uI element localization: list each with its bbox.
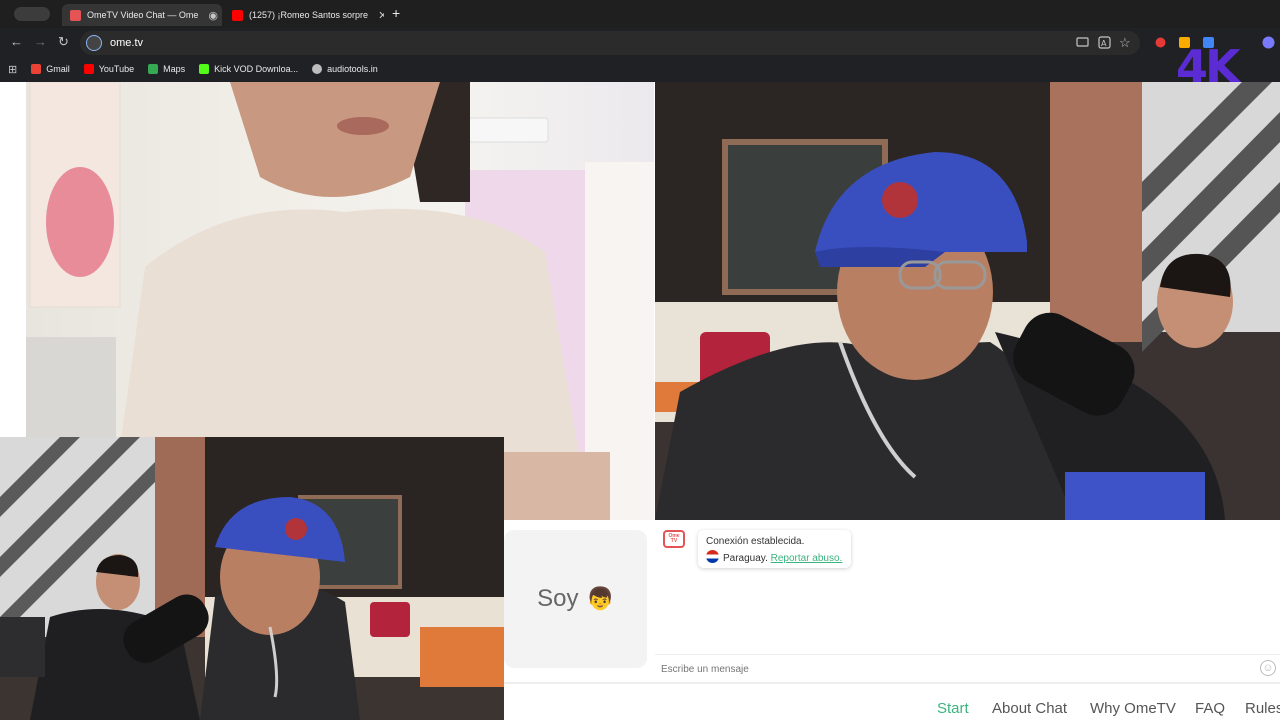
forward-icon[interactable]: → (34, 34, 47, 49)
gender-panel: Soy 👦 (504, 520, 655, 682)
close-tab-icon[interactable]: ✕ (378, 9, 384, 22)
paraguay-flag-icon (706, 550, 719, 563)
svg-text:A: A (1101, 39, 1107, 48)
translate-icon[interactable]: A (1098, 36, 1111, 49)
url-text: ome.tv (110, 37, 144, 49)
kick-icon (199, 64, 210, 74)
bookmark-label: audiotools.in (327, 64, 378, 74)
site-info-icon[interactable] (86, 35, 102, 51)
tab-youtube[interactable]: (1257) ¡Romeo Santos sorpre ✕ (224, 4, 384, 26)
connection-status: Conexión establecida. (706, 536, 805, 547)
bookmark-kick[interactable]: Kick VOD Downloa... (199, 64, 298, 74)
nav-start[interactable]: Start (937, 700, 969, 717)
globe-icon (312, 64, 323, 74)
nav-about-chat[interactable]: About Chat (992, 700, 1067, 717)
message-input[interactable] (661, 661, 1241, 677)
maps-icon (148, 64, 159, 74)
profile-avatar-icon[interactable] (1262, 36, 1275, 49)
tab-ometv[interactable]: OmeTV Video Chat — Ome ◉ ✕ (62, 4, 222, 26)
footer-nav: Start About Chat Why OmeTV FAQ Rules (504, 682, 1280, 720)
apps-grid-icon[interactable]: ⊞ (8, 63, 17, 76)
record-icon: ◉ (208, 9, 218, 22)
gmail-icon (31, 64, 42, 74)
gender-selector[interactable]: Soy 👦 (504, 530, 647, 668)
tab-title: OmeTV Video Chat — Ome (87, 10, 199, 20)
record-extension-icon[interactable] (1154, 36, 1167, 49)
tab-group-pill[interactable] (14, 7, 50, 21)
new-tab-button[interactable]: + (392, 5, 400, 21)
self-pip-frame (0, 437, 504, 720)
bookmark-audiotools[interactable]: audiotools.in (312, 64, 378, 74)
bookmark-label: Maps (163, 64, 186, 74)
bookmark-maps[interactable]: Maps (148, 64, 185, 74)
self-video-pip (0, 437, 504, 720)
bookmark-label: Kick VOD Downloa... (214, 64, 299, 74)
boy-icon: 👦 (586, 586, 614, 611)
back-icon[interactable]: ← (10, 34, 23, 49)
tab-title: (1257) ¡Romeo Santos sorpre (249, 10, 369, 20)
reload-icon[interactable]: ↻ (58, 34, 69, 50)
nav-why-ometv[interactable]: Why OmeTV (1090, 700, 1176, 717)
bookmark-gmail[interactable]: Gmail (31, 64, 70, 74)
bookmark-youtube[interactable]: YouTube (83, 64, 135, 74)
cast-icon[interactable] (1076, 36, 1089, 49)
country-name: Paraguay. (723, 553, 768, 564)
nav-faq[interactable]: FAQ (1195, 700, 1225, 717)
gender-label: Soy (537, 585, 579, 612)
youtube-icon (83, 64, 94, 74)
bookmarks-bar: ⊞ Gmail YouTube Maps Kick VOD Downloa...… (0, 58, 1280, 80)
bookmark-label: YouTube (98, 64, 135, 74)
self-video-main (655, 82, 1280, 520)
bookmark-label: Gmail (46, 64, 70, 74)
bookmark-star-icon[interactable]: ☆ (1119, 35, 1131, 51)
ometv-favicon-icon (70, 9, 81, 21)
toolbar: ← → ↻ ome.tv A ☆ (0, 28, 1280, 58)
browser-chrome: OmeTV Video Chat — Ome ◉ ✕ (1257) ¡Romeo… (0, 0, 1280, 82)
tab-strip: OmeTV Video Chat — Ome ◉ ✕ (1257) ¡Romeo… (0, 0, 1280, 28)
nav-rules[interactable]: Rules (1245, 700, 1280, 717)
country-line: Paraguay. Reportar abuso. (706, 550, 843, 567)
self-video-frame (655, 82, 1280, 520)
address-bar[interactable]: ome.tv (80, 31, 1140, 55)
message-bar: ☺ (655, 654, 1280, 682)
report-abuse-link[interactable]: Reportar abuso. (771, 553, 843, 564)
chat-panel: Ome TV Conexión establecida. Paraguay. R… (655, 520, 1280, 682)
emoji-icon[interactable]: ☺ (1260, 660, 1276, 676)
ometv-logo-icon: Ome TV (663, 530, 685, 548)
youtube-favicon-icon (232, 9, 243, 21)
system-message: Conexión establecida. Paraguay. Reportar… (698, 530, 851, 568)
